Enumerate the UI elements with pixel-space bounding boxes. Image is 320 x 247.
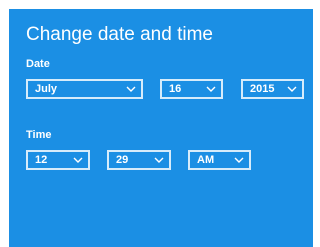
year-dropdown[interactable]: 2015 bbox=[241, 79, 304, 99]
date-label: Date bbox=[26, 58, 50, 70]
date-time-panel: Change date and time Date July 16 2015 T… bbox=[9, 9, 313, 247]
minute-dropdown[interactable]: 29 bbox=[107, 150, 171, 170]
month-value: July bbox=[35, 83, 58, 95]
minute-value: 29 bbox=[116, 154, 129, 166]
time-label: Time bbox=[26, 129, 52, 141]
period-value: AM bbox=[197, 154, 215, 166]
day-dropdown[interactable]: 16 bbox=[160, 79, 223, 99]
hour-dropdown[interactable]: 12 bbox=[26, 150, 90, 170]
day-value: 16 bbox=[169, 83, 182, 95]
hour-value: 12 bbox=[35, 154, 48, 166]
period-dropdown[interactable]: AM bbox=[188, 150, 251, 170]
chevron-down-icon bbox=[234, 157, 244, 163]
page-title: Change date and time bbox=[26, 24, 213, 45]
chevron-down-icon bbox=[126, 86, 136, 92]
year-value: 2015 bbox=[250, 83, 275, 95]
chevron-down-icon bbox=[154, 157, 164, 163]
month-dropdown[interactable]: July bbox=[26, 79, 143, 99]
chevron-down-icon bbox=[287, 86, 297, 92]
chevron-down-icon bbox=[206, 86, 216, 92]
chevron-down-icon bbox=[73, 157, 83, 163]
